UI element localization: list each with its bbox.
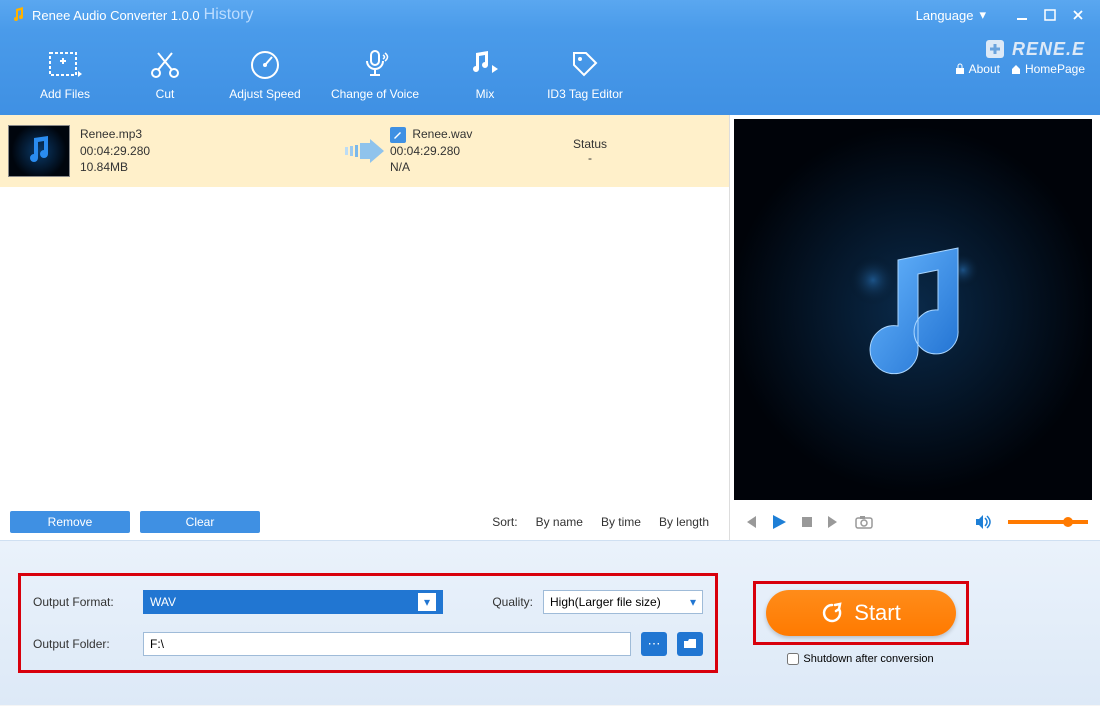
bottom-panel: Output Format: WAV ▾ Quality: High(Large…: [0, 540, 1100, 705]
stop-button[interactable]: [800, 515, 814, 529]
convert-arrow-icon: [340, 137, 390, 165]
clear-button[interactable]: Clear: [140, 511, 260, 533]
more-folder-button[interactable]: ⋯: [641, 632, 667, 656]
play-button[interactable]: [770, 513, 788, 531]
app-title: Renee Audio Converter 1.0.0: [32, 8, 200, 23]
preview-image: [734, 119, 1092, 500]
preview-panel: [730, 115, 1100, 540]
shutdown-checkbox[interactable]: Shutdown after conversion: [787, 653, 933, 665]
output-format-select[interactable]: WAV ▾: [143, 590, 443, 614]
minimize-button[interactable]: [1010, 5, 1034, 25]
sort-by-length[interactable]: By length: [659, 515, 709, 529]
language-label: Language: [916, 8, 974, 23]
shutdown-label: Shutdown after conversion: [803, 653, 933, 665]
output-settings: Output Format: WAV ▾ Quality: High(Large…: [18, 573, 718, 673]
file-list-empty: [0, 187, 729, 504]
cut-button[interactable]: Cut: [115, 45, 215, 101]
output-folder-value: F:\: [150, 637, 164, 651]
status-header: Status: [560, 137, 620, 151]
close-button[interactable]: [1066, 5, 1090, 25]
start-area: Start Shutdown after conversion: [748, 581, 973, 665]
sort-by-name[interactable]: By name: [536, 515, 583, 529]
id3-editor-button[interactable]: ID3 Tag Editor: [535, 45, 635, 101]
lock-icon: [954, 63, 966, 75]
file-thumbnail: [8, 125, 70, 177]
output-format-value: WAV: [150, 595, 176, 609]
output-format-label: Output Format:: [33, 595, 133, 609]
chevron-down-icon: ▾: [690, 595, 696, 609]
shutdown-checkbox-input[interactable]: [787, 653, 799, 665]
mix-label: Mix: [476, 87, 495, 101]
dots-icon: ⋯: [648, 636, 661, 652]
add-files-label: Add Files: [40, 87, 90, 101]
app-logo-icon: [10, 7, 26, 23]
adjust-speed-button[interactable]: Adjust Speed: [215, 45, 315, 101]
content-area: Renee.mp3 00:04:29.280 10.84MB Renee.wav…: [0, 115, 1100, 540]
microphone-icon: [356, 45, 394, 83]
start-button-highlight: Start: [753, 581, 969, 645]
start-label: Start: [854, 600, 900, 626]
snapshot-button[interactable]: [854, 514, 874, 530]
refresh-icon: [820, 601, 844, 625]
output-folder-label: Output Folder:: [33, 637, 133, 651]
id3-label: ID3 Tag Editor: [547, 87, 623, 101]
status-column: Status -: [560, 137, 620, 165]
quality-select[interactable]: High(Larger file size) ▾: [543, 590, 703, 614]
sort-by-time[interactable]: By time: [601, 515, 641, 529]
open-folder-button[interactable]: [677, 632, 703, 656]
sort-label: Sort:: [492, 515, 517, 529]
dest-size: N/A: [390, 159, 560, 176]
adjust-speed-label: Adjust Speed: [229, 87, 300, 101]
source-name: Renee.mp3: [80, 126, 340, 143]
brand-area: RENE.E About HomePage: [954, 38, 1085, 76]
dest-duration: 00:04:29.280: [390, 143, 560, 160]
source-duration: 00:04:29.280: [80, 143, 340, 160]
add-files-icon: [46, 45, 84, 83]
quality-label: Quality:: [492, 595, 533, 609]
tag-icon: [566, 45, 604, 83]
gauge-icon: [246, 45, 284, 83]
dest-info: Renee.wav 00:04:29.280 N/A: [390, 126, 560, 176]
next-button[interactable]: [826, 514, 842, 530]
about-link[interactable]: About: [954, 62, 1000, 76]
scissors-icon: [146, 45, 184, 83]
brand-text: RENE.E: [1012, 39, 1085, 60]
start-button[interactable]: Start: [766, 590, 956, 636]
output-folder-input[interactable]: F:\: [143, 632, 631, 656]
language-dropdown[interactable]: Language ▾: [916, 7, 986, 23]
edit-icon[interactable]: [390, 127, 406, 143]
file-list-footer: Remove Clear Sort: By name By time By le…: [0, 504, 729, 540]
folder-icon: [683, 638, 697, 650]
add-files-button[interactable]: Add Files: [15, 45, 115, 101]
homepage-link[interactable]: HomePage: [1010, 62, 1085, 76]
status-value: -: [560, 151, 620, 165]
file-row[interactable]: Renee.mp3 00:04:29.280 10.84MB Renee.wav…: [0, 115, 729, 187]
remove-button[interactable]: Remove: [10, 511, 130, 533]
mix-button[interactable]: Mix: [435, 45, 535, 101]
title-bar: Renee Audio Converter 1.0.0 History Lang…: [0, 0, 1100, 30]
home-icon: [1010, 63, 1022, 75]
volume-slider[interactable]: [1008, 520, 1088, 524]
source-info: Renee.mp3 00:04:29.280 10.84MB: [80, 126, 340, 176]
source-size: 10.84MB: [80, 159, 340, 176]
file-list: Renee.mp3 00:04:29.280 10.84MB Renee.wav…: [0, 115, 730, 540]
cut-label: Cut: [156, 87, 175, 101]
main-toolbar: Add Files Cut Adjust Speed Change of Voi…: [0, 30, 1100, 115]
player-controls: [730, 504, 1100, 540]
chevron-down-icon: ▾: [979, 7, 986, 23]
change-voice-label: Change of Voice: [331, 87, 419, 101]
change-voice-button[interactable]: Change of Voice: [315, 45, 435, 101]
sort-area: Sort: By name By time By length: [492, 515, 719, 529]
volume-icon[interactable]: [974, 514, 992, 530]
maximize-button[interactable]: [1038, 5, 1062, 25]
history-link[interactable]: History: [204, 6, 254, 24]
brand-plus-icon: [984, 38, 1006, 60]
mix-icon: [466, 45, 504, 83]
dest-name: Renee.wav: [412, 127, 472, 141]
chevron-down-icon: ▾: [418, 593, 436, 611]
quality-value: High(Larger file size): [550, 595, 661, 609]
previous-button[interactable]: [742, 514, 758, 530]
volume-knob[interactable]: [1063, 517, 1073, 527]
